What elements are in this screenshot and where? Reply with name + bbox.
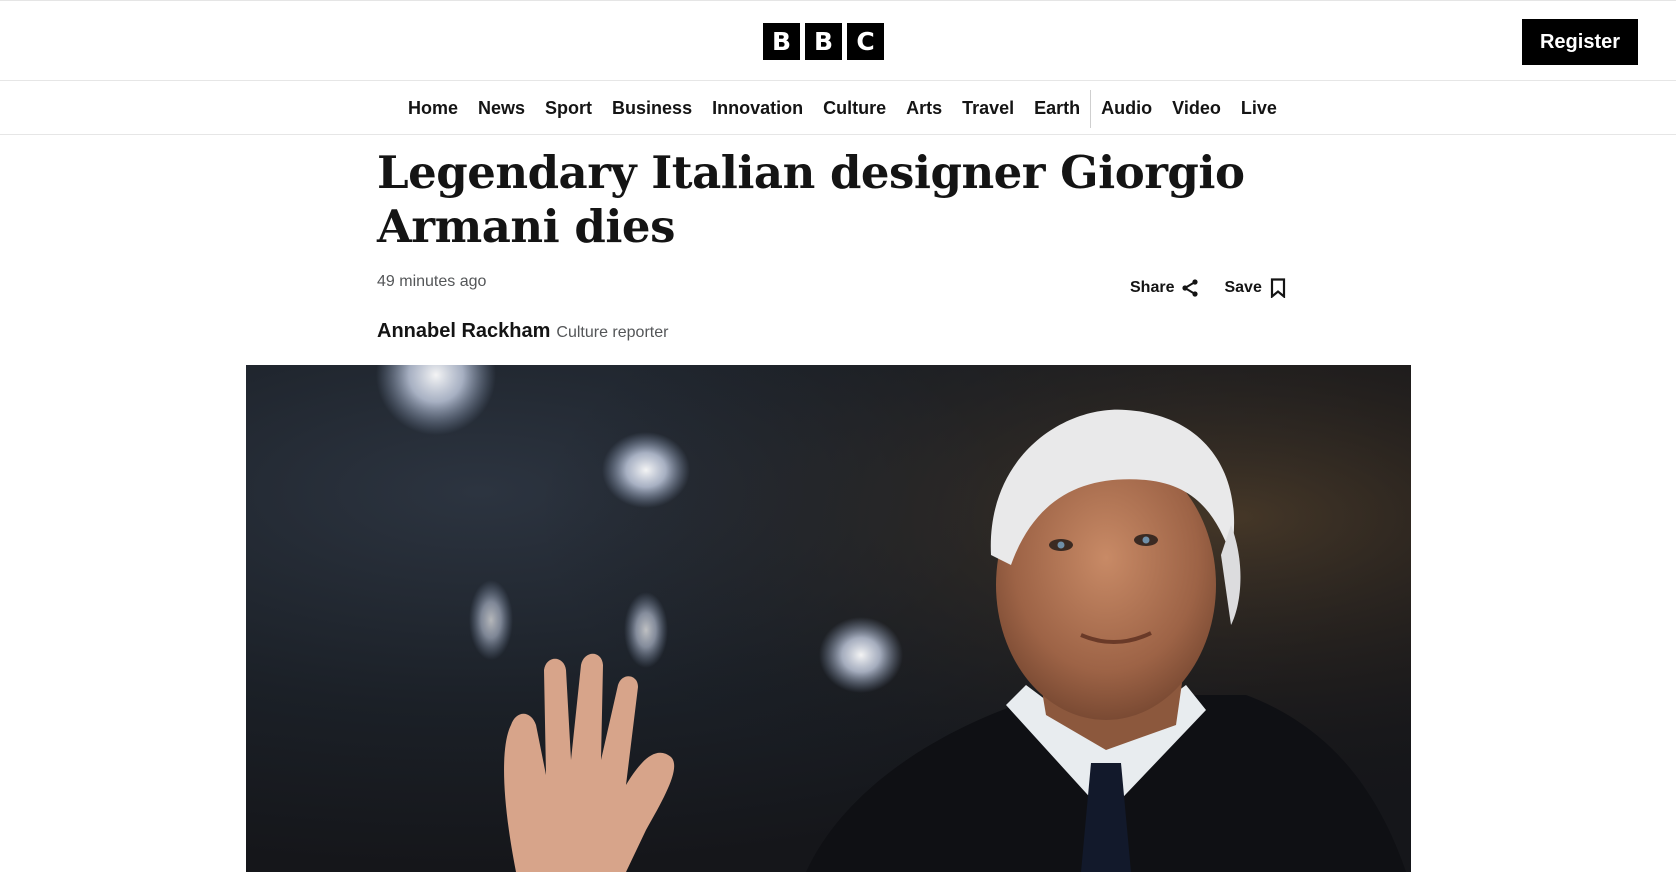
byline: Annabel Rackham Culture reporter <box>377 320 668 343</box>
register-button[interactable]: Register <box>1522 19 1638 65</box>
share-button[interactable]: Share <box>1130 278 1200 298</box>
hero-image <box>246 365 1411 872</box>
nav-item-video[interactable]: Video <box>1162 82 1231 135</box>
nav-item-home[interactable]: Home <box>398 82 468 135</box>
logo-letter-c: C <box>847 23 884 60</box>
nav-list: Home News Sport Business Innovation Cult… <box>398 82 1287 135</box>
nav-item-travel[interactable]: Travel <box>952 82 1024 135</box>
hero-photo-illustration <box>246 365 1411 872</box>
nav-item-earth[interactable]: Earth <box>1024 82 1090 135</box>
share-icon <box>1182 279 1199 297</box>
nav-item-live[interactable]: Live <box>1231 82 1287 135</box>
author-name[interactable]: Annabel Rackham <box>377 320 550 343</box>
bookmark-icon <box>1270 278 1285 298</box>
nav-item-business[interactable]: Business <box>602 82 702 135</box>
nav-item-news[interactable]: News <box>468 82 535 135</box>
main-nav: Home News Sport Business Innovation Cult… <box>0 82 1676 135</box>
save-button[interactable]: Save <box>1224 278 1287 298</box>
article-timestamp: 49 minutes ago <box>377 273 487 290</box>
bbc-logo[interactable]: B B C <box>763 23 884 60</box>
logo-letter-b1: B <box>763 23 800 60</box>
save-label: Save <box>1224 279 1262 296</box>
nav-item-sport[interactable]: Sport <box>535 82 602 135</box>
author-role: Culture reporter <box>556 324 669 341</box>
logo-letter-b2: B <box>805 23 842 60</box>
nav-item-culture[interactable]: Culture <box>813 82 896 135</box>
nav-item-innovation[interactable]: Innovation <box>702 82 813 135</box>
nav-item-audio[interactable]: Audio <box>1091 82 1162 135</box>
site-header: B B C Register <box>0 1 1676 81</box>
article-actions: Share Save <box>1130 278 1288 298</box>
article-headline: Legendary Italian designer Giorgio Arman… <box>377 146 1245 253</box>
nav-item-arts[interactable]: Arts <box>896 82 952 135</box>
share-label: Share <box>1130 279 1175 296</box>
